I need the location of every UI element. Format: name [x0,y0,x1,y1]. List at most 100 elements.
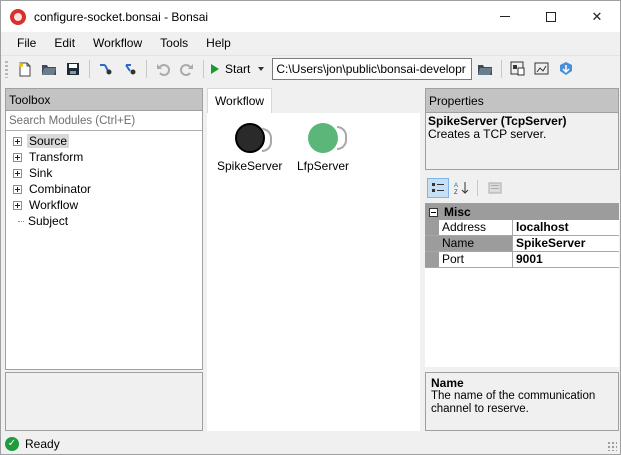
tree-item-transform[interactable]: Transform [6,149,202,165]
bonsai-logo-icon [10,8,26,25]
status-text: Ready [25,436,60,451]
help-title: Name [431,376,464,390]
property-row-address[interactable]: Address localhost [425,220,619,236]
node-circle [308,123,348,153]
selected-node-title: SpikeServer (TcpServer) [428,114,567,128]
tree-item-sink[interactable]: Sink [6,165,202,181]
collapse-icon[interactable] [429,207,438,217]
property-grid: Misc Address localhost Name SpikeServer … [425,203,619,367]
resize-grip-icon[interactable] [607,441,617,451]
redo-icon[interactable] [179,61,195,77]
chevron-down-icon[interactable] [258,67,265,71]
property-name: Port [439,252,513,267]
tree-connector [18,220,24,222]
properties-panel: Properties SpikeServer (TcpServer) Creat… [425,88,619,170]
tree-item-subject[interactable]: Subject [6,213,202,229]
expand-icon[interactable] [13,200,22,210]
node-output-arc [337,126,348,150]
toolbar-separator [203,60,204,78]
node-output-arc [261,128,272,152]
maximize-button[interactable] [528,1,574,32]
tree-item-label: Sink [29,166,53,180]
expand-icon[interactable] [13,136,22,146]
property-pages-icon[interactable] [484,178,506,198]
module-tree: Source Transform Sink Combinator Workflo… [6,131,202,229]
ungroup-icon[interactable] [122,61,138,77]
menu-edit[interactable]: Edit [45,32,84,54]
category-label: Misc [444,205,471,219]
node-label: LfpServer [297,159,350,173]
close-button[interactable]: ✕ [574,1,620,32]
expand-icon[interactable] [13,168,22,178]
property-category-misc[interactable]: Misc [425,204,619,220]
workflow-node-spikeserver[interactable]: SpikeServer [217,123,282,173]
property-value-address[interactable]: localhost [513,220,619,235]
toolbar-separator [146,60,147,78]
property-name: Name [439,236,513,251]
maximize-icon [546,11,556,22]
categorized-view-icon[interactable] [427,178,449,198]
toolbox-header: Toolbox [6,89,202,111]
start-button[interactable]: Start [211,62,265,76]
start-label: Start [225,62,251,76]
undo-icon[interactable] [155,61,171,77]
tree-item-label: Source [27,134,70,148]
toolbar-separator [89,60,90,78]
workflow-editor-icon[interactable] [510,61,526,77]
grid-margin [425,252,439,267]
status-ok-icon: ✓ [5,436,19,451]
property-row-port[interactable]: Port 9001 [425,252,619,268]
tree-item-combinator[interactable]: Combinator [6,181,202,197]
help-text: The name of the communication channel to… [431,390,596,415]
grid-margin [425,220,439,235]
property-value-port[interactable]: 9001 [513,252,619,267]
svg-text:Z: Z [454,190,458,195]
tree-item-label: Workflow [29,198,79,212]
menu-tools[interactable]: Tools [151,32,197,54]
node-label: SpikeServer [217,159,283,173]
browse-folder-icon[interactable] [477,61,493,77]
toolbar-separator [477,180,478,196]
menu-workflow[interactable]: Workflow [84,32,151,54]
toolbox-panel: Toolbox Search Modules (Ctrl+E) Source T… [5,88,203,370]
toolbar: Start C:\Users\jon\public\bonsai-develop… [1,55,620,82]
window-controls: ✕ [482,1,620,32]
title-bar: configure-socket.bonsai - Bonsai ✕ [1,1,620,32]
new-file-icon[interactable] [17,61,33,77]
toolbar-grip[interactable] [5,60,8,78]
open-folder-icon[interactable] [41,61,57,77]
expand-icon[interactable] [13,184,22,194]
toolbar-separator [501,60,503,78]
properties-header: Properties [426,89,618,113]
tree-item-source[interactable]: Source [6,133,202,149]
property-row-name[interactable]: Name SpikeServer [425,236,619,252]
visualizer-icon[interactable] [534,61,550,77]
workflow-node-lfpserver[interactable]: LfpServer [297,123,349,173]
tree-item-label: Combinator [29,182,92,196]
package-manager-icon[interactable] [558,61,574,77]
tree-item-workflow[interactable]: Workflow [6,197,202,213]
selected-node-description: Creates a TCP server. [428,127,547,141]
close-icon: ✕ [591,8,603,24]
toolbox-description-panel [5,372,203,431]
tab-workflow[interactable]: Workflow [207,88,272,114]
svg-text:A: A [454,183,458,189]
tree-item-label: Subject [28,214,69,228]
menu-help[interactable]: Help [197,32,240,54]
property-name: Address [439,220,513,235]
menu-bar: File Edit Workflow Tools Help [1,32,620,54]
menu-file[interactable]: File [8,32,45,54]
save-icon[interactable] [65,61,81,77]
module-search-input[interactable]: Search Modules (Ctrl+E) [6,111,202,131]
expand-icon[interactable] [13,152,22,162]
node-circle [234,123,272,153]
minimize-button[interactable] [482,1,528,32]
file-path-field[interactable]: C:\Users\jon\public\bonsai-developr [272,58,473,80]
workflow-canvas[interactable]: SpikeServer LfpServer [207,113,420,431]
group-icon[interactable] [98,61,114,77]
alphabetical-sort-icon[interactable]: AZ [451,178,473,198]
property-grid-toolbar: AZ [425,177,619,199]
property-value-name[interactable]: SpikeServer [513,236,619,251]
property-help-panel: Name The name of the communication chann… [425,372,619,431]
window-title: configure-socket.bonsai - Bonsai [34,9,209,24]
